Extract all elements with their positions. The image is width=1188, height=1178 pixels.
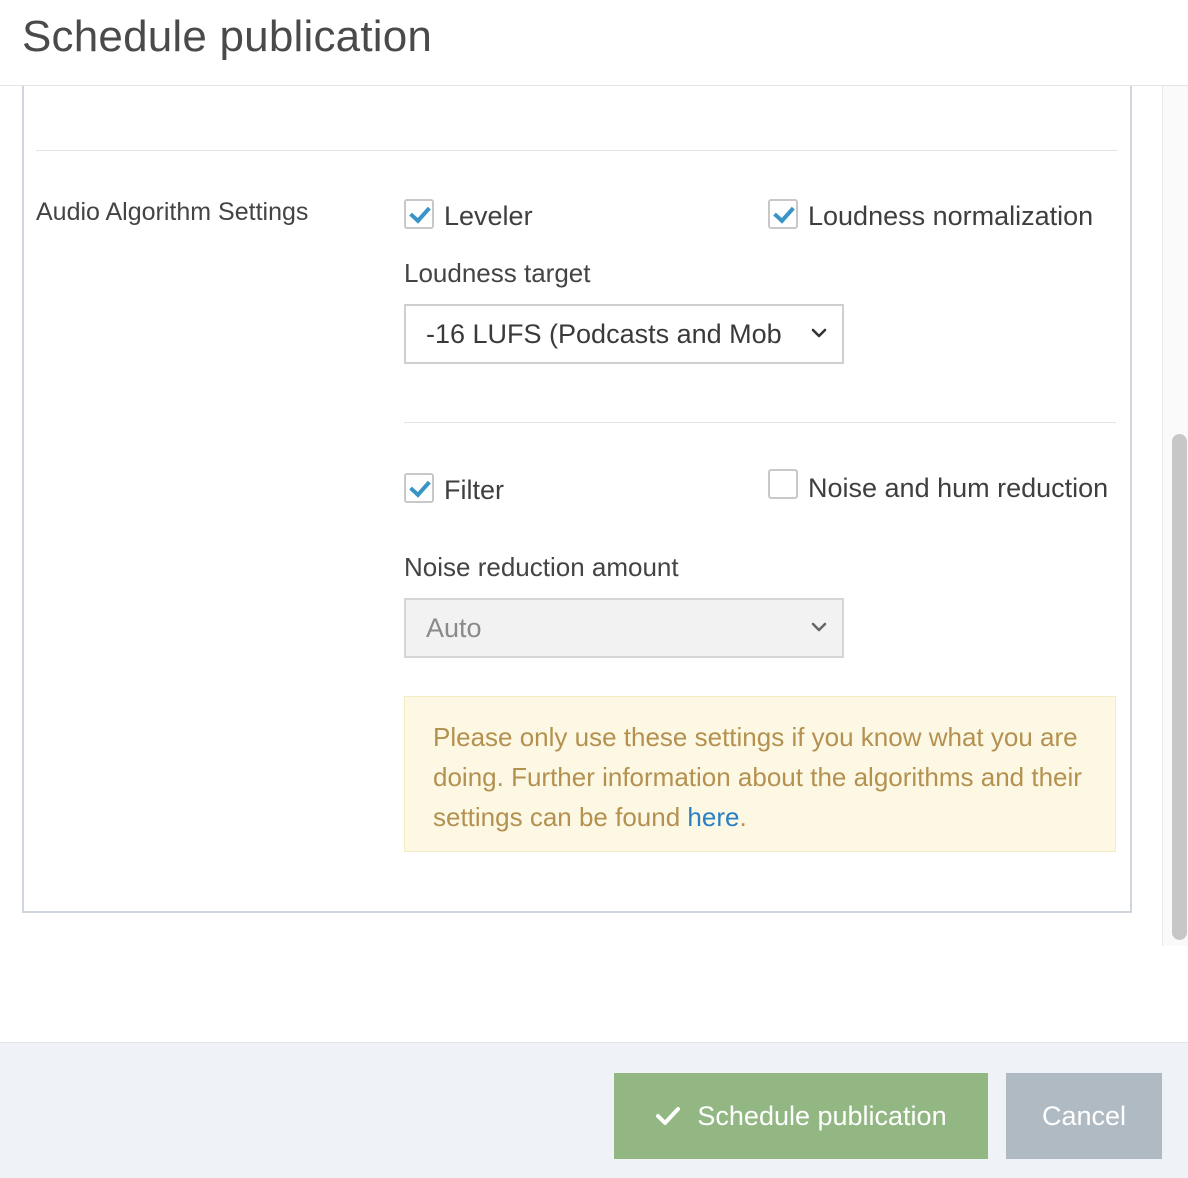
loudness-normalization-checkbox[interactable] — [768, 199, 798, 229]
modal-footer: Schedule publication Cancel — [0, 1042, 1188, 1178]
modal-body: Audio Algorithm Settings Leveler Loudnes… — [0, 86, 1188, 1042]
loudness-normalization-label: Loudness normalization — [808, 201, 1094, 231]
warning-suffix: . — [739, 802, 747, 832]
loudness-normalization-checkbox-row[interactable]: Loudness normalization — [768, 198, 1093, 234]
loudness-target-value: -16 LUFS (Podcasts and Mob — [426, 319, 782, 349]
divider — [36, 150, 1118, 151]
loudness-target-select[interactable]: -16 LUFS (Podcasts and Mob — [404, 304, 844, 364]
warning-text: Please only use these settings if you kn… — [433, 722, 1082, 832]
leveler-checkbox[interactable] — [404, 199, 434, 229]
chevron-down-icon — [811, 622, 827, 632]
leveler-label: Leveler — [444, 201, 533, 231]
noise-hum-label-text: Noise and hum reduction — [808, 473, 1109, 503]
check-icon — [656, 1107, 681, 1125]
schedule-publication-button-label: Schedule publication — [697, 1100, 947, 1131]
noise-hum-checkbox-row[interactable]: Noise and hum reduction — [768, 468, 1128, 508]
filter-checkbox-row[interactable]: Filter — [404, 472, 504, 508]
cancel-button-label: Cancel — [1041, 1100, 1127, 1131]
scrollbar-thumb[interactable] — [1172, 434, 1187, 940]
scrollbar[interactable] — [1162, 86, 1188, 946]
leveler-checkbox-row[interactable]: Leveler — [404, 198, 533, 234]
modal-header: Schedule publication — [0, 0, 1188, 86]
divider — [404, 422, 1116, 423]
chevron-down-icon — [811, 328, 827, 338]
settings-panel: Audio Algorithm Settings Leveler Loudnes… — [22, 86, 1132, 913]
cancel-button[interactable]: Cancel — [1006, 1073, 1162, 1159]
section-label: Audio Algorithm Settings — [36, 198, 309, 226]
noise-amount-label: Noise reduction amount — [404, 552, 679, 582]
noise-amount-select[interactable]: Auto — [404, 598, 844, 658]
schedule-publication-button[interactable]: Schedule publication — [614, 1073, 988, 1159]
modal-title: Schedule publication — [22, 12, 433, 61]
loudness-target-label: Loudness target — [404, 258, 591, 288]
warning-alert: Please only use these settings if you kn… — [404, 696, 1116, 852]
filter-checkbox[interactable] — [404, 473, 434, 503]
filter-label: Filter — [444, 475, 504, 505]
noise-amount-value: Auto — [426, 613, 482, 643]
help-link[interactable]: here — [687, 802, 739, 832]
noise-hum-checkbox[interactable] — [768, 469, 798, 499]
noise-hum-label: Noise and hum reduction — [808, 468, 1128, 508]
